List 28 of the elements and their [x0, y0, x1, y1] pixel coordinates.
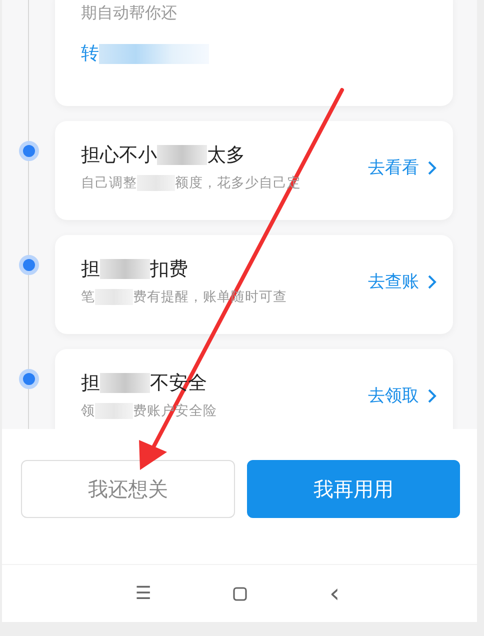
blur-patch [95, 288, 133, 304]
cancel-button[interactable]: 我还想关 [21, 460, 234, 518]
action-link[interactable]: 去查账 [368, 270, 437, 293]
menu-button[interactable]: ☰ [135, 584, 152, 604]
home-button[interactable] [233, 586, 248, 601]
blur-patch [95, 402, 133, 418]
blur-patch [157, 144, 207, 164]
item-title: 扣费 [150, 256, 188, 282]
action-link[interactable]: 去领取 [368, 384, 437, 407]
action-link[interactable]: 去看看 [368, 156, 437, 179]
blur-patch [100, 258, 150, 278]
continue-button[interactable]: 我再用用 [246, 460, 460, 518]
back-button[interactable]: ‹ [329, 582, 340, 606]
item-subtitle: 领 [81, 402, 95, 420]
blur-patch [100, 372, 150, 392]
item-title: 担 [81, 370, 100, 396]
chevron-icon [427, 274, 437, 290]
link-text[interactable]: 转 [81, 42, 99, 66]
item-subtitle: 自己调整 [81, 174, 137, 192]
blur-patch [137, 174, 175, 190]
chevron-icon [427, 388, 437, 404]
chevron-icon [427, 160, 437, 176]
item-title: 不安全 [150, 370, 207, 396]
item-title: 担 [81, 256, 100, 282]
item-title: 担心不小 [81, 142, 157, 168]
description-text: 期自动帮你还 [81, 2, 178, 24]
item-subtitle: 笔 [81, 288, 95, 306]
item-title: 太多 [207, 142, 245, 168]
